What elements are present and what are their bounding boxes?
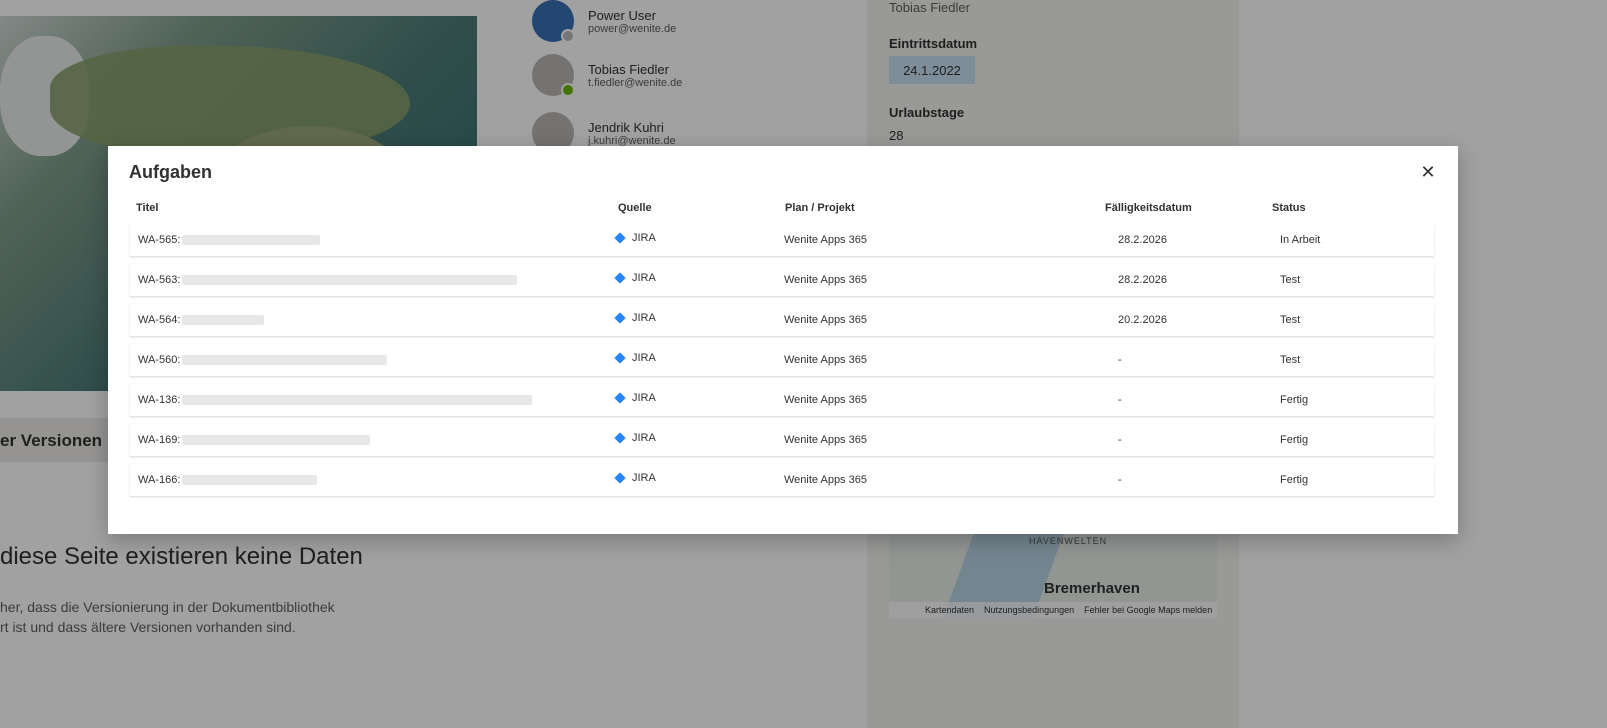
table-row[interactable]: WA-136: JIRA Wenite Apps 365 - Fertig	[130, 384, 1434, 416]
task-title[interactable]: WA-560:	[138, 354, 388, 366]
task-source: JIRA	[614, 232, 656, 244]
dialog-title: Aufgaben	[129, 162, 212, 182]
column-header-faelligkeit[interactable]: Fälligkeitsdatum	[1105, 202, 1192, 214]
column-header-quelle[interactable]: Quelle	[618, 202, 652, 214]
task-status: Fertig	[1280, 394, 1309, 406]
task-due-date: 28.2.2026	[1118, 234, 1167, 246]
task-title[interactable]: WA-563:	[138, 274, 518, 286]
task-plan: Wenite Apps 365	[784, 274, 867, 286]
task-source: JIRA	[614, 272, 656, 284]
jira-icon	[614, 312, 626, 324]
task-status: Test	[1280, 274, 1301, 286]
task-title[interactable]: WA-565:	[138, 234, 321, 246]
task-plan: Wenite Apps 365	[784, 394, 867, 406]
task-plan: Wenite Apps 365	[784, 354, 867, 366]
task-due-date: -	[1118, 354, 1122, 366]
task-due-date: -	[1118, 394, 1122, 406]
table-row[interactable]: WA-166: JIRA Wenite Apps 365 - Fertig	[130, 464, 1434, 496]
task-status: Test	[1280, 354, 1301, 366]
task-due-date: 28.2.2026	[1118, 274, 1167, 286]
column-header-titel[interactable]: Titel	[136, 202, 158, 214]
aufgaben-dialog: Aufgaben ✕ Titel Quelle Plan / Projekt F…	[108, 146, 1458, 534]
close-icon[interactable]: ✕	[1416, 160, 1440, 184]
table-row[interactable]: WA-560: JIRA Wenite Apps 365 - Test	[130, 344, 1434, 376]
task-source: JIRA	[614, 352, 656, 364]
task-plan: Wenite Apps 365	[784, 474, 867, 486]
jira-icon	[614, 392, 626, 404]
task-source: JIRA	[614, 392, 656, 404]
task-plan: Wenite Apps 365	[784, 234, 867, 246]
jira-icon	[614, 352, 626, 364]
task-plan: Wenite Apps 365	[784, 314, 867, 326]
task-list: WA-565: JIRA Wenite Apps 365 28.2.2026 I…	[130, 224, 1434, 504]
task-source: JIRA	[614, 432, 656, 444]
task-source: JIRA	[614, 472, 656, 484]
table-row[interactable]: WA-169: JIRA Wenite Apps 365 - Fertig	[130, 424, 1434, 456]
task-plan: Wenite Apps 365	[784, 434, 867, 446]
task-source: JIRA	[614, 312, 656, 324]
task-due-date: -	[1118, 434, 1122, 446]
table-row[interactable]: WA-563: JIRA Wenite Apps 365 28.2.2026 T…	[130, 264, 1434, 296]
task-due-date: -	[1118, 474, 1122, 486]
task-title[interactable]: WA-169:	[138, 434, 371, 446]
jira-icon	[614, 472, 626, 484]
column-header-status[interactable]: Status	[1272, 202, 1306, 214]
task-status: Fertig	[1280, 434, 1309, 446]
table-row[interactable]: WA-565: JIRA Wenite Apps 365 28.2.2026 I…	[130, 224, 1434, 256]
jira-icon	[614, 232, 626, 244]
task-title[interactable]: WA-166:	[138, 474, 318, 486]
task-title[interactable]: WA-136:	[138, 394, 533, 406]
table-row[interactable]: WA-564: JIRA Wenite Apps 365 20.2.2026 T…	[130, 304, 1434, 336]
task-status: Fertig	[1280, 474, 1309, 486]
task-status: Test	[1280, 314, 1301, 326]
jira-icon	[614, 272, 626, 284]
table-header: Titel Quelle Plan / Projekt Fälligkeitsd…	[129, 202, 1435, 222]
task-title[interactable]: WA-564:	[138, 314, 265, 326]
task-status: In Arbeit	[1280, 234, 1321, 246]
task-due-date: 20.2.2026	[1118, 314, 1167, 326]
jira-icon	[614, 432, 626, 444]
column-header-plan[interactable]: Plan / Projekt	[785, 202, 855, 214]
